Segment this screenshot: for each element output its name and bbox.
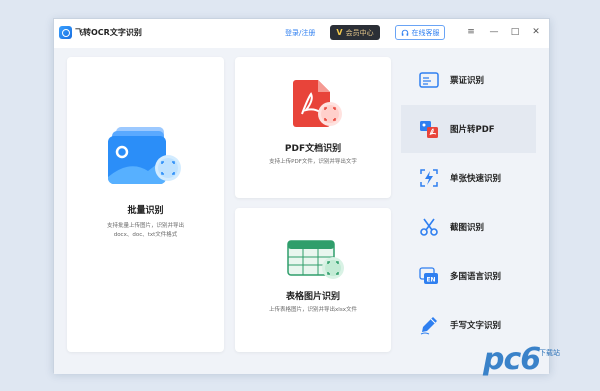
scissors-icon [420,218,438,236]
watermark-logo-text: pc6 [483,342,541,377]
sidebar-label-quick-scan: 单张快速识别 [450,174,502,184]
pdf-title: PDF文档识别 [284,144,342,154]
table-sheet-icon [287,240,344,279]
app-window: 飞转OCR文字识别 登录/注册 V 会员中心 在线客服 ≡ — □ ✕ 批量识别… [53,18,550,374]
sidebar-item-multilang[interactable]: EN 多国语言识别 [401,252,536,300]
sidebar-item-image-to-pdf[interactable]: 图片转PDF [401,105,536,153]
sidebar-label-ticket: 票证识别 [450,76,485,86]
batch-desc-line1: 支持批量上传图片，识别并导出 [106,223,184,229]
sidebar-item-quick-scan[interactable]: 单张快速识别 [401,154,536,202]
sidebar-label-multilang: 多国语言识别 [450,272,502,282]
handwriting-pen-icon [420,317,437,335]
pdf-desc: 支持上传PDF文件，识别并导出文字 [269,159,357,165]
table-title: 表格图片识别 [285,292,340,302]
main-content: 批量识别 支持批量上传图片，识别并导出 docx、doc、txt文件格式 PDF… [54,48,549,374]
login-register-link[interactable]: 登录/注册 [285,28,315,38]
image-to-pdf-icon [420,121,438,138]
table-desc: 上传表格图片，识别并导出xlsx文件 [269,307,357,313]
svg-text:EN: EN [426,277,435,284]
online-service-label: 在线客服 [411,28,440,37]
app-logo-icon [59,26,72,39]
headset-icon [401,29,408,36]
batch-title: 批量识别 [127,206,164,216]
maximize-icon[interactable]: □ [509,26,521,38]
feature-sidebar: 票证识别 图片转PDF 单张快速识别 截图识别 EN 多国语言识别 手写文字识别 [401,56,536,352]
online-service-button[interactable]: 在线客服 [395,25,445,40]
sidebar-item-ticket[interactable]: 票证识别 [401,56,536,104]
menu-icon[interactable]: ≡ [465,26,477,38]
photo-stack-icon [108,127,181,184]
table-recognition-card[interactable]: 表格图片识别 上传表格图片，识别并导出xlsx文件 [235,208,391,352]
watermark-subtext: 下载站 [539,349,560,357]
language-en-icon: EN [419,267,438,284]
lightning-scan-icon [420,169,438,187]
batch-recognition-card[interactable]: 批量识别 支持批量上传图片，识别并导出 docx、doc、txt文件格式 [67,57,224,352]
pdf-recognition-card[interactable]: PDF文档识别 支持上传PDF文件，识别并导出文字 [235,57,391,198]
close-icon[interactable]: ✕ [530,26,542,38]
sidebar-label-screenshot: 截图识别 [450,223,485,233]
batch-desc-line2: docx、doc、txt文件格式 [113,232,178,238]
sidebar-item-screenshot[interactable]: 截图识别 [401,203,536,251]
id-card-icon [419,72,439,88]
vip-center-label: 会员中心 [345,28,374,37]
vip-center-button[interactable]: V 会员中心 [330,25,380,40]
sidebar-label-image-to-pdf: 图片转PDF [450,125,495,135]
minimize-icon[interactable]: — [488,26,500,38]
vip-icon: V [336,28,343,37]
sidebar-label-handwriting: 手写文字识别 [450,321,502,331]
app-title: 飞转OCR文字识别 [75,28,142,37]
pc6-watermark: pc6 下载站 [483,338,595,388]
pdf-file-icon [293,80,342,127]
titlebar: 飞转OCR文字识别 登录/注册 V 会员中心 在线客服 ≡ — □ ✕ [54,19,549,48]
